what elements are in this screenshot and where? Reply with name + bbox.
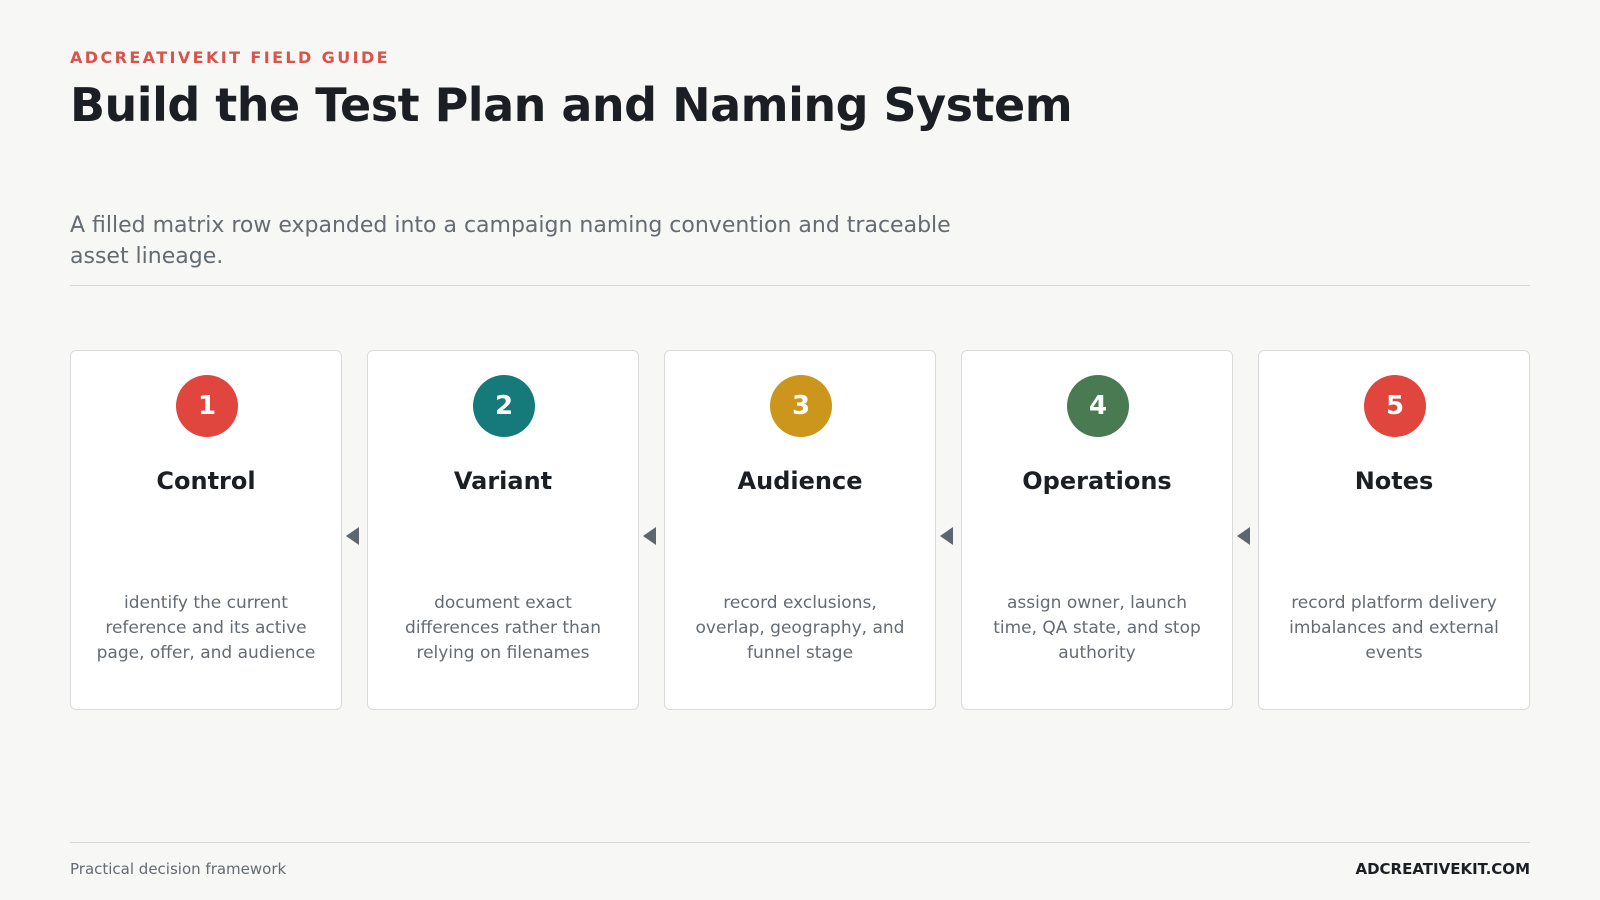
page-subtitle: A filled matrix row expanded into a camp…	[70, 213, 951, 269]
footer-tagline: Practical decision framework	[70, 860, 287, 878]
step-number-badge: 3	[770, 375, 832, 437]
step-title: Control	[156, 467, 256, 495]
footer-site-link[interactable]: ADCREATIVEKIT.COM	[1355, 860, 1530, 878]
footer-divider	[70, 842, 1530, 843]
steps-row: 1 Control identify the current reference…	[70, 350, 1530, 710]
triangle-left-icon	[643, 527, 656, 545]
step-title: Notes	[1354, 467, 1434, 495]
triangle-left-icon	[1237, 527, 1250, 545]
step-number-badge: 5	[1364, 375, 1426, 437]
step-description: record exclusions, overlap, geography, a…	[695, 593, 905, 663]
step-description: assign owner, launch time, QA state, and…	[993, 593, 1201, 663]
step-number-badge: 2	[473, 375, 535, 437]
step-card-audience: 3 Audience record exclusions, overlap, g…	[664, 350, 936, 710]
eyebrow-label: ADCREATIVEKIT FIELD GUIDE	[70, 48, 390, 67]
step-number-badge: 4	[1067, 375, 1129, 437]
step-title: Operations	[1022, 467, 1172, 495]
step-title: Audience	[737, 467, 863, 495]
step-number-badge: 1	[176, 375, 238, 437]
step-card-operations: 4 Operations assign owner, launch time, …	[961, 350, 1233, 710]
step-card-notes: 5 Notes record platform delivery imbalan…	[1258, 350, 1530, 710]
step-description: identify the current reference and its a…	[96, 593, 316, 663]
step-description: document exact differences rather than r…	[405, 593, 601, 663]
step-title: Variant	[453, 467, 553, 495]
triangle-left-icon	[940, 527, 953, 545]
step-card-control: 1 Control identify the current reference…	[70, 350, 342, 710]
triangle-left-icon	[346, 527, 359, 545]
step-description: record platform delivery imbalances and …	[1289, 593, 1499, 663]
page-title: Build the Test Plan and Naming System	[70, 78, 1073, 132]
step-card-variant: 2 Variant document exact differences rat…	[367, 350, 639, 710]
header-divider	[70, 285, 1530, 286]
